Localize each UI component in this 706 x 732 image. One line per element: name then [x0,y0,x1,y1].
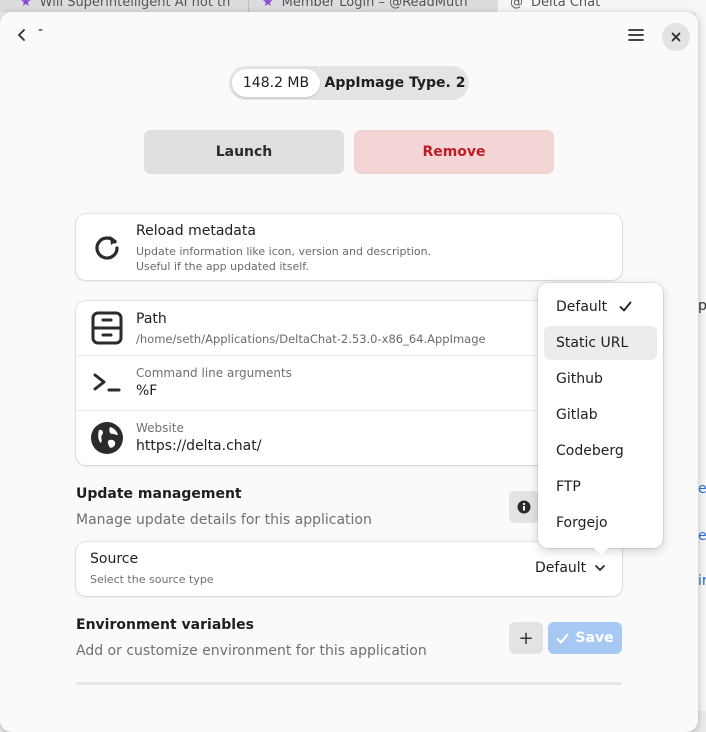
plus-icon: + [518,627,534,649]
chevron-left-icon [18,29,25,41]
checkmark-icon [556,633,569,643]
source-dropdown-value[interactable]: Default [535,560,586,576]
globe-icon [90,421,124,455]
path-title: Path [136,311,167,327]
update-management-title: Update management [76,486,242,502]
environment-variables-subtitle: Add or customize environment for this ap… [76,643,427,659]
remove-button[interactable]: Remove [354,130,554,174]
reload-metadata-description: Useful if the app updated itself. [136,260,309,273]
close-button[interactable] [662,23,690,51]
bookmark-star-icon: ★ [262,0,274,10]
refresh-icon [90,230,124,264]
reload-metadata-description: Update information like icon, version an… [136,245,432,258]
environment-variables-title: Environment variables [76,617,254,633]
command-line-arguments-label: Command line arguments [136,366,292,380]
website-link[interactable]: https://delta.chat/ [136,438,261,454]
back-button[interactable] [8,23,36,47]
background-text: p [698,298,706,314]
update-management-subtitle: Manage update details for this applicati… [76,512,372,528]
reload-metadata-title: Reload metadata [136,223,256,239]
source-option-ftp[interactable]: FTP [544,470,657,504]
app-size-badge: 148.2 MB [232,69,320,97]
chevron-down-icon[interactable] [594,563,606,573]
at-sign-icon: @ [510,0,523,10]
source-type-popover: Default Static URL Github Gitlab Codeber… [538,283,663,548]
source-option-github[interactable]: Github [544,362,657,396]
dialog-title: - [38,22,44,38]
source-option-default[interactable]: Default [544,290,657,324]
source-option-static-url[interactable]: Static URL [544,326,657,360]
save-button[interactable]: Save [548,622,622,654]
source-title: Source [90,551,139,567]
source-option-forgejo[interactable]: Forgejo [544,506,657,540]
browser-tab[interactable]: ★ Will Superintelligent AI not th [20,0,238,12]
browser-tab[interactable]: ★ Member Login – @ReadMuth [262,0,484,12]
close-icon [671,32,681,42]
launch-button[interactable]: Launch [144,130,344,174]
main-menu-button[interactable] [622,23,650,47]
bookmark-star-icon: ★ [20,0,32,10]
source-option-gitlab[interactable]: Gitlab [544,398,657,432]
reload-metadata-row[interactable]: Reload metadata Update information like … [76,214,622,280]
scroll-shadow-divider [76,682,622,685]
update-info-button[interactable] [509,491,539,523]
browser-tab-active[interactable]: @ Delta Chat [498,0,706,12]
checkmark-icon [619,301,632,312]
background-link: es [698,528,706,544]
terminal-prompt-icon [90,366,124,400]
app-info-badges: 148.2 MB AppImage Type. 2 [229,66,469,100]
path-value: /home/seth/Applications/DeltaChat-2.53.0… [136,332,486,346]
source-option-codeberg[interactable]: Codeberg [544,434,657,468]
save-button-label: Save [575,630,614,646]
command-line-arguments-value[interactable]: %F [136,383,157,399]
background-link: ir [698,573,706,589]
browser-tab-strip: ★ Will Superintelligent AI not th ★ Member… [0,0,706,12]
background-link: er [698,481,706,497]
source-row[interactable]: Source Select the source type Default [76,542,622,596]
source-subtitle: Select the source type [90,573,214,586]
popover-arrow [593,547,609,555]
file-cabinet-icon [90,311,124,345]
info-icon [517,500,531,514]
add-variable-button[interactable]: + [509,622,543,654]
website-label: Website [136,421,184,435]
header-bar: - [0,12,698,58]
hamburger-menu-icon [628,29,644,41]
tab-separator [248,0,249,12]
app-type-badge: AppImage Type. 2 [324,75,466,91]
